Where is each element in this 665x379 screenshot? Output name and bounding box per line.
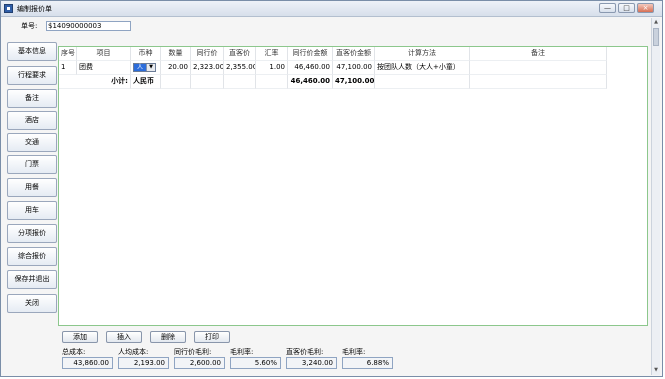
- sidebar-item-notes[interactable]: 备注: [7, 89, 57, 108]
- row-item[interactable]: 团费: [77, 61, 131, 75]
- subtotal-spacer-direct: [224, 75, 256, 89]
- column-header-item: 项目: [77, 47, 131, 61]
- table-header-row: 序号 项目 币种 数量 同行价 直客价 汇率 同行价金额 直客价金额 计算方法 …: [59, 47, 607, 61]
- per-cost-field: 2,193.00: [118, 357, 169, 369]
- scroll-down-icon[interactable]: ▼: [653, 367, 659, 374]
- delete-button[interactable]: 删除: [150, 331, 186, 343]
- sidebar-item-total-quote[interactable]: 综合报价: [7, 247, 57, 266]
- column-header-no: 序号: [59, 47, 77, 61]
- currency-value: 人: [134, 63, 146, 71]
- maximize-button[interactable]: □: [618, 3, 635, 13]
- sidebar-item-tickets[interactable]: 门票: [7, 155, 57, 174]
- column-header-remark: 备注: [470, 47, 607, 61]
- sidebar-item-save-exit[interactable]: 保存并退出: [7, 270, 57, 289]
- peer-margin-field: 5.60%: [230, 357, 281, 369]
- sidebar-item-close[interactable]: 关闭: [7, 294, 57, 313]
- row-method[interactable]: 按团队人数（大人+小童）: [375, 61, 470, 75]
- subtotal-spacer-method: [375, 75, 470, 89]
- subtotal-spacer-peer: [191, 75, 224, 89]
- sidebar-item-itinerary[interactable]: 行程要求: [7, 66, 57, 85]
- title-bar: 编制报价单 — □ ×: [1, 1, 662, 17]
- subtotal-label: 小计:: [59, 75, 131, 89]
- print-button[interactable]: 打印: [194, 331, 230, 343]
- row-peer-amount: 46,460.00: [288, 61, 333, 75]
- row-direct-price[interactable]: 2,355.00: [224, 61, 256, 75]
- window-controls: — □ ×: [599, 3, 654, 13]
- scroll-up-icon[interactable]: ▲: [653, 19, 659, 26]
- table-actions: 添加 插入 删除 打印: [62, 331, 230, 343]
- row-rate[interactable]: 1.00: [256, 61, 288, 75]
- subtotal-spacer-rate: [256, 75, 288, 89]
- quote-window: 编制报价单 — □ × ▲ ▼ 单号: $14090000003 基本信息 行程…: [0, 0, 663, 377]
- row-peer-price[interactable]: 2,323.00: [191, 61, 224, 75]
- window-title: 编制报价单: [17, 5, 52, 13]
- order-label: 单号:: [21, 22, 38, 30]
- vertical-scrollbar[interactable]: ▲ ▼: [651, 18, 660, 375]
- chevron-down-icon[interactable]: ▼: [146, 63, 155, 71]
- subtotal-currency: 人民币: [131, 75, 161, 89]
- column-header-rate: 汇率: [256, 47, 288, 61]
- row-number: 1: [59, 61, 77, 75]
- subtotal-spacer-remark: [470, 75, 607, 89]
- column-header-method: 计算方法: [375, 47, 470, 61]
- column-header-quantity: 数量: [161, 47, 191, 61]
- currency-select[interactable]: 人 ▼: [133, 62, 156, 72]
- column-header-peer-price: 同行价: [191, 47, 224, 61]
- column-header-direct-price: 直客价: [224, 47, 256, 61]
- subtotal-spacer-qty: [161, 75, 191, 89]
- subtotal-row: 小计: 人民币 46,460.00 47,100.00: [59, 75, 607, 89]
- minimize-button[interactable]: —: [599, 3, 616, 13]
- sidebar-item-transport[interactable]: 交通: [7, 133, 57, 152]
- sidebar-item-vehicle[interactable]: 用车: [7, 201, 57, 220]
- direct-profit-label: 直客价毛利:: [286, 348, 324, 356]
- currency-cell[interactable]: 人 ▼: [131, 61, 161, 75]
- row-remark[interactable]: [470, 61, 607, 75]
- total-cost-field: 43,860.00: [62, 357, 113, 369]
- peer-profit-field: 2,600.00: [174, 357, 225, 369]
- order-number-field[interactable]: $14090000003: [46, 21, 131, 31]
- quote-table: 序号 项目 币种 数量 同行价 直客价 汇率 同行价金额 直客价金额 计算方法 …: [59, 47, 607, 89]
- peer-profit-label: 同行价毛利:: [174, 348, 212, 356]
- total-cost-label: 总成本:: [62, 348, 86, 356]
- direct-margin-label: 毛利率:: [342, 348, 366, 356]
- per-cost-label: 人均成本:: [118, 348, 149, 356]
- direct-margin-field: 6.88%: [342, 357, 393, 369]
- sidebar-item-meals[interactable]: 用餐: [7, 178, 57, 197]
- column-header-currency: 币种: [131, 47, 161, 61]
- column-header-direct-amount: 直客价金额: [333, 47, 375, 61]
- peer-margin-label: 毛利率:: [230, 348, 254, 356]
- column-header-peer-amount: 同行价金额: [288, 47, 333, 61]
- table-row[interactable]: 1 团费 人 ▼ 20.00 2,323.00 2,355.00 1.00 46…: [59, 61, 607, 75]
- subtotal-direct-amount: 47,100.00: [333, 75, 375, 89]
- row-direct-amount: 47,100.00: [333, 61, 375, 75]
- direct-profit-field: 3,240.00: [286, 357, 337, 369]
- app-icon: [4, 4, 13, 13]
- subtotal-peer-amount: 46,460.00: [288, 75, 333, 89]
- sidebar-item-itemized-quote[interactable]: 分项报价: [7, 224, 57, 243]
- stats-labels: 总成本: 人均成本: 同行价毛利: 毛利率: 直客价毛利: 毛利率:: [62, 347, 382, 357]
- add-button[interactable]: 添加: [62, 331, 98, 343]
- sidebar-item-basic-info[interactable]: 基本信息: [7, 42, 57, 61]
- sidebar-item-hotel[interactable]: 酒店: [7, 111, 57, 130]
- quote-table-panel: 序号 项目 币种 数量 同行价 直客价 汇率 同行价金额 直客价金额 计算方法 …: [58, 46, 648, 326]
- scroll-thumb[interactable]: [653, 28, 659, 46]
- row-quantity[interactable]: 20.00: [161, 61, 191, 75]
- insert-button[interactable]: 插入: [106, 331, 142, 343]
- close-window-button[interactable]: ×: [637, 3, 654, 13]
